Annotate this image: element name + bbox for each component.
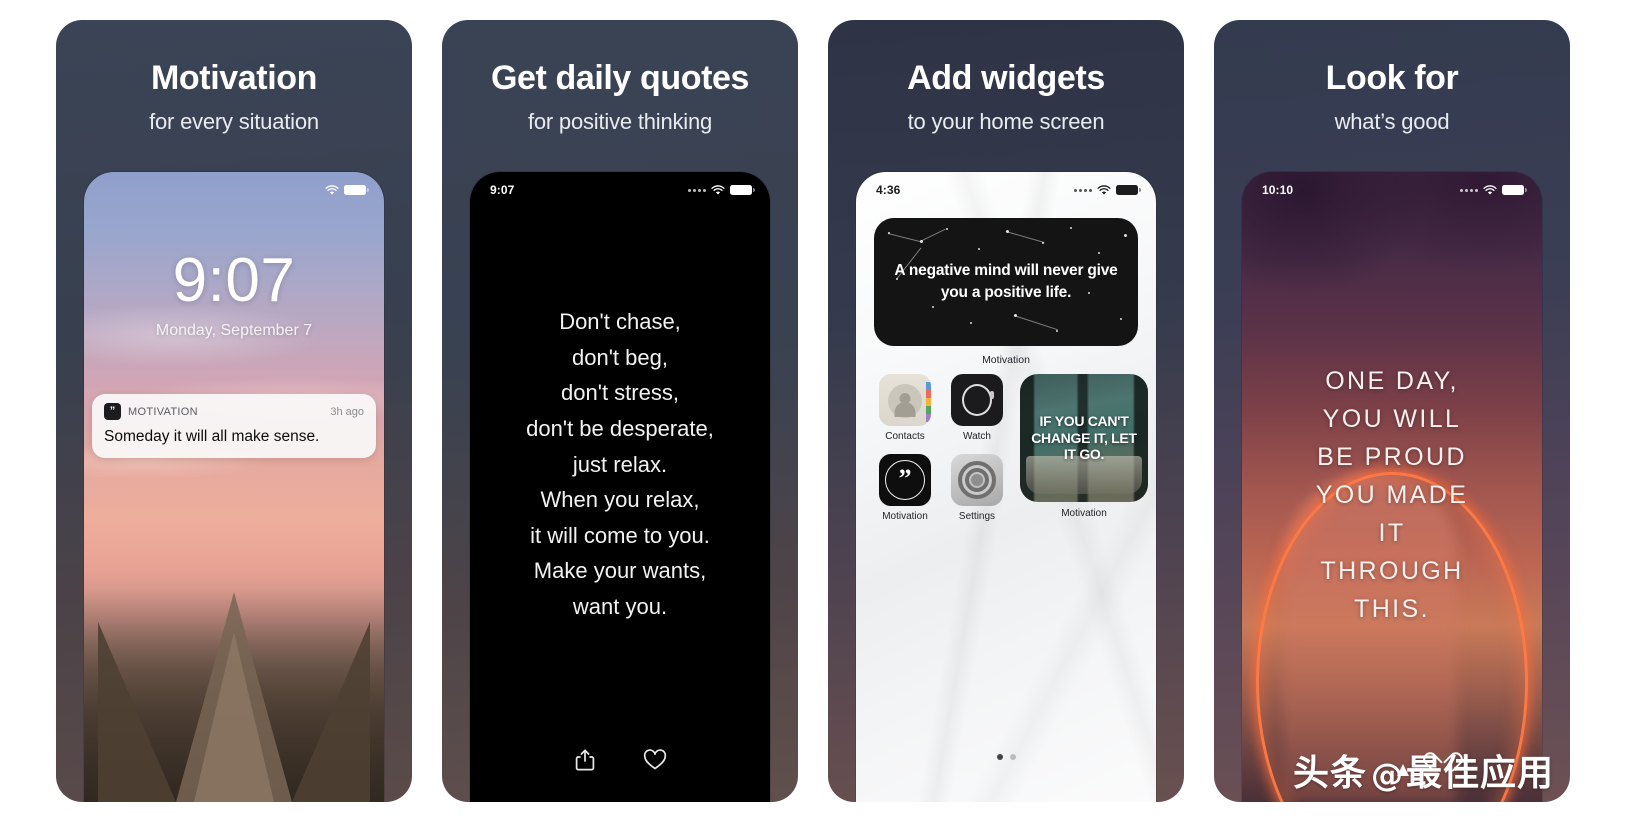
wifi-icon: [711, 184, 725, 196]
app-settings[interactable]: Settings: [948, 454, 1006, 530]
battery-icon: [1502, 185, 1527, 195]
app-label: Contacts: [885, 431, 925, 442]
screenshot-panel-look-for: Look for what’s good 10:10 ONE DAY, YOU …: [1214, 20, 1570, 802]
phone-mockup-home-screen: 4:36 A negative mind will never give you…: [856, 172, 1156, 802]
panel-subheadline: what’s good: [1334, 109, 1450, 135]
settings-icon: [951, 454, 1003, 506]
notification-timestamp: 3h ago: [330, 405, 364, 418]
notification-header: ” MOTIVATION 3h ago: [104, 403, 364, 420]
watermark-at-symbol: @: [1370, 756, 1404, 794]
widget-large-motivation[interactable]: A negative mind will never give you a po…: [874, 218, 1138, 346]
panel-headline-block: Motivation for every situation: [56, 20, 412, 135]
status-bar-indicators: [1460, 184, 1527, 196]
panel-headline-block: Look for what’s good: [1214, 20, 1570, 135]
watermark-heart-icon: [1433, 754, 1453, 772]
page-indicator-dots[interactable]: [856, 754, 1156, 760]
app-label: Watch: [963, 431, 991, 442]
signal-dots-icon: [1460, 188, 1478, 192]
quote-action-bar: [470, 746, 770, 774]
lockscreen-date: Monday, September 7: [155, 322, 313, 339]
app-icon-grid: Contacts Watch IF YOU CAN'T CHANGE IT, L…: [876, 374, 1148, 530]
panel-headline: Add widgets: [907, 59, 1105, 97]
widget-small-card: IF YOU CAN'T CHANGE IT, LET IT GO.: [1020, 374, 1148, 502]
widget-small-label: Motivation: [1061, 508, 1107, 519]
app-label: Motivation: [882, 511, 928, 522]
contacts-icon: [879, 374, 931, 426]
wallpaper-rail-right: [292, 622, 370, 802]
status-bar: 9:07: [470, 172, 770, 202]
lockscreen-clock: 9:07: [172, 246, 296, 315]
status-bar: 4:36: [856, 172, 1156, 202]
panel-subheadline: to your home screen: [907, 109, 1105, 135]
share-icon[interactable]: [572, 746, 598, 774]
phone-mockup-quote-screen: 9:07 Don't chase, don't beg, don't stres…: [470, 172, 770, 802]
widget-small-quote: IF YOU CAN'T CHANGE IT, LET IT GO.: [1031, 413, 1137, 463]
panel-headline: Look for: [1325, 59, 1459, 97]
app-store-screenshot-gallery: Motivation for every situation 9:07 Mond…: [0, 0, 1626, 822]
widget-large-label: Motivation: [982, 354, 1030, 366]
quote-text: Don't chase, don't beg, don't stress, do…: [526, 309, 714, 619]
panel-subheadline: for every situation: [149, 109, 319, 135]
quote-icon: ”: [104, 403, 121, 420]
screenshot-panel-daily-quotes: Get daily quotes for positive thinking 9…: [442, 20, 798, 802]
wallpaper-rail-left: [98, 622, 176, 802]
status-bar-time: 4:36: [876, 183, 901, 197]
neon-quote-text: ONE DAY, YOU WILL BE PROUD YOU MADE IT T…: [1315, 367, 1469, 623]
app-label: Settings: [958, 511, 996, 522]
notification-banner[interactable]: ” MOTIVATION 3h ago Someday it will all …: [92, 394, 376, 459]
watermark-arrow-icon: [1396, 764, 1409, 776]
page-dot[interactable]: [1009, 754, 1016, 760]
wifi-icon: [325, 184, 339, 196]
widget-small-motivation[interactable]: IF YOU CAN'T CHANGE IT, LET IT GO. Motiv…: [1020, 374, 1148, 530]
status-bar-time: 10:10: [1262, 183, 1294, 197]
app-motivation[interactable]: ” Motivation: [876, 454, 934, 530]
status-bar-time: 9:07: [490, 183, 515, 197]
phone-mockup-lockscreen: 9:07 Monday, September 7 ” MOTIVATION 3h…: [84, 172, 384, 802]
screenshot-panel-motivation: Motivation for every situation 9:07 Mond…: [56, 20, 412, 802]
battery-icon: [1116, 185, 1141, 195]
status-bar: 10:10: [1242, 172, 1542, 202]
motivation-icon: ”: [879, 454, 931, 506]
panel-headline: Get daily quotes: [490, 59, 750, 97]
widget-quote-text: A negative mind will never give you a po…: [894, 261, 1118, 301]
status-bar-indicators: [325, 184, 369, 196]
screenshot-panel-add-widgets: Add widgets to your home screen 4:36 A n…: [828, 20, 1184, 802]
app-watch[interactable]: Watch: [948, 374, 1006, 450]
battery-icon: [730, 185, 755, 195]
panel-headline: Motivation: [151, 59, 317, 97]
watermark-brand: 头条: [1292, 753, 1367, 794]
battery-icon: [344, 185, 369, 195]
status-bar-indicators: [688, 184, 755, 196]
status-bar: [84, 172, 384, 202]
phone-mockup-neon-quote: 10:10 ONE DAY, YOU WILL BE PROUD YOU MAD…: [1242, 172, 1542, 802]
heart-icon[interactable]: [642, 746, 668, 774]
notification-app-name: MOTIVATION: [128, 405, 198, 418]
app-contacts[interactable]: Contacts: [876, 374, 934, 450]
page-dot-active[interactable]: [996, 754, 1003, 760]
panel-headline-block: Get daily quotes for positive thinking: [442, 20, 798, 135]
signal-dots-icon: [1074, 188, 1092, 192]
notification-body: Someday it will all make sense.: [104, 428, 320, 445]
status-bar-indicators: [1074, 184, 1141, 196]
wifi-icon: [1483, 184, 1497, 196]
signal-dots-icon: [688, 188, 706, 192]
watermark: 头条 @ 最佳应用: [1293, 744, 1554, 796]
panel-headline-block: Add widgets to your home screen: [828, 20, 1184, 135]
panel-subheadline: for positive thinking: [527, 109, 713, 135]
wifi-icon: [1097, 184, 1111, 196]
watch-icon: [951, 374, 1003, 426]
